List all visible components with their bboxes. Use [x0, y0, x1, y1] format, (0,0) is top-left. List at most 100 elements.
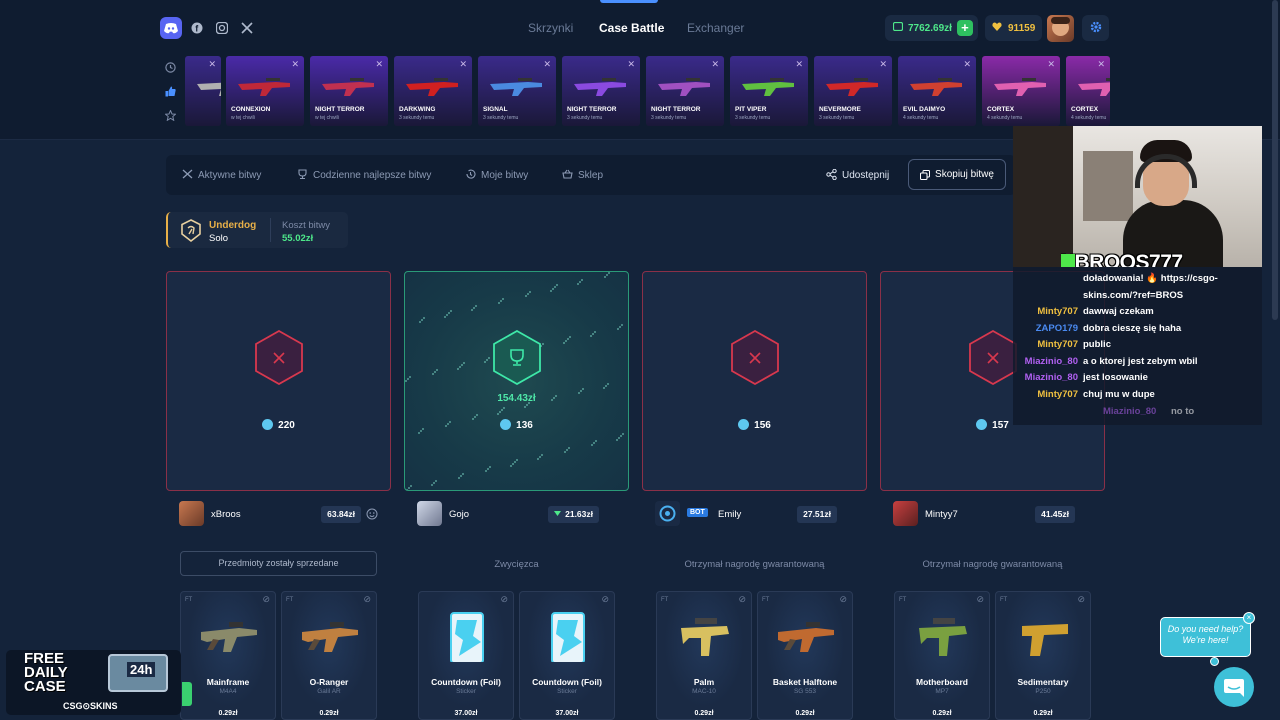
drop-card[interactable]: ✕ DARKWING 3 sekundy temu — [394, 56, 472, 126]
drop-card[interactable]: ✕ CORTEX 4 sekundy temu — [1066, 56, 1110, 126]
item-card[interactable]: FT ⊘ Sedimentary P250 0.29zł — [995, 591, 1091, 720]
item-card[interactable]: FT ⊘ O-Ranger Galil AR 0.29zł — [281, 591, 377, 720]
item-price: 0.29zł — [1033, 710, 1053, 717]
star-icon[interactable] — [164, 109, 177, 124]
drop-badge-icon: ✕ — [459, 59, 467, 69]
drop-card[interactable]: ✕ NEVERMORE 3 sekundy temu — [814, 56, 892, 126]
item-card[interactable]: ⊘ Countdown (Foil) Sticker 37.00zł — [519, 591, 615, 720]
chat-text: dobra cieszę się haha — [1083, 323, 1182, 334]
clock-icon[interactable] — [165, 62, 176, 76]
instagram-icon[interactable] — [211, 17, 233, 39]
copy-battle-button[interactable]: Skopiuj bitwę — [908, 159, 1006, 190]
player-value: 21.63zł — [548, 506, 599, 523]
player-name[interactable]: xBroos — [211, 509, 241, 520]
user-avatar[interactable] — [1047, 15, 1074, 42]
item-type: M4A4 — [219, 688, 237, 695]
item-card[interactable]: FT ⊘ Palm MAC-10 0.29zł — [656, 591, 752, 720]
emoji-react-icon[interactable] — [366, 507, 378, 525]
drop-card[interactable]: ✕ NIGHT TERROR w tej chwili — [310, 56, 388, 126]
wallet-icon — [892, 21, 904, 34]
player-avatar[interactable] — [417, 501, 442, 526]
item-type: MP7 — [935, 688, 949, 695]
player-avatar[interactable] — [179, 501, 204, 526]
item-quality: FT — [899, 597, 907, 603]
balance-value: 7762.69zł — [908, 22, 952, 34]
player-name[interactable]: Mintyy7 — [925, 509, 958, 520]
discord-icon[interactable] — [160, 17, 182, 39]
close-help-icon[interactable]: × — [1243, 612, 1255, 624]
skin-image — [656, 74, 712, 100]
item-name: Sedimentary — [1017, 677, 1069, 687]
tab-daily-best[interactable]: Codzienne najlepsze bitwy — [297, 169, 431, 181]
divider — [270, 218, 271, 242]
drop-card[interactable]: ✕ NIGHT TERROR 3 sekundy temu — [562, 56, 640, 126]
coin-count: 220 — [167, 419, 390, 431]
item-card[interactable]: FT ⊘ Mainframe M4A4 0.29zł — [180, 591, 276, 720]
drop-time: 4 sekundy temu — [903, 115, 939, 121]
tab-my-battles[interactable]: Moje bitwy — [465, 169, 528, 181]
settings-button[interactable] — [1082, 15, 1109, 41]
swords-icon — [182, 169, 193, 179]
drop-card[interactable]: ✕ CONNEXION w tej chwili — [226, 56, 304, 126]
tab-shop[interactable]: Sklep — [562, 169, 603, 181]
coin-value: 136 — [516, 420, 533, 431]
check-icon: ⊘ — [1077, 594, 1085, 604]
thumbs-up-icon[interactable] — [165, 86, 176, 100]
help-bubble-tail — [1210, 657, 1219, 666]
player-value-text: 41.45zł — [1041, 509, 1069, 519]
skin-image — [1076, 74, 1110, 100]
balance-pill[interactable]: 7762.69zł + — [885, 15, 978, 41]
share-button[interactable]: Udostępnij — [826, 168, 889, 181]
webcam-overlay: XBROOS777 — [1013, 126, 1262, 267]
item-card[interactable]: FT ⊘ Motherboard MP7 0.29zł — [894, 591, 990, 720]
item-name: Palm — [693, 677, 715, 687]
help-bubble[interactable]: Do you need help? We're here! × — [1160, 612, 1255, 657]
item-quality: FT — [762, 597, 770, 603]
drop-name: CORTEX — [1071, 106, 1099, 113]
check-icon: ⊘ — [839, 594, 847, 604]
drop-time: 4 sekundy temu — [987, 115, 1023, 121]
player-avatar[interactable] — [893, 501, 918, 526]
coins-value: 91159 — [1008, 22, 1036, 34]
check-icon: ⊘ — [601, 594, 609, 604]
skin-image — [404, 74, 460, 100]
player-status: Otrzymał nagrodę gwarantowaną — [684, 559, 825, 570]
item-card[interactable]: FT ⊘ Basket Halftone SG 553 0.29zł — [757, 591, 853, 720]
drop-card[interactable]: ✕ — [185, 56, 221, 126]
coin-count: 136 — [405, 419, 628, 431]
player-status: Zwycięzca — [494, 559, 539, 570]
live-chat-button[interactable] — [1214, 667, 1254, 707]
stream-logo — [1061, 254, 1075, 267]
item-card[interactable]: ⊘ Countdown (Foil) Sticker 37.00zł — [418, 591, 514, 720]
page-scrollbar[interactable] — [1272, 0, 1278, 320]
add-funds-button[interactable]: + — [956, 20, 973, 36]
drop-card[interactable]: ✕ PIT VIPER 3 sekundy temu — [730, 56, 808, 126]
drop-badge-icon: ✕ — [208, 59, 216, 69]
player-name[interactable]: Emily — [718, 509, 741, 520]
drop-card[interactable]: ✕ EVIL DAIMYO 4 sekundy temu — [898, 56, 976, 126]
free-daily-case-banner[interactable]: FREE DAILY CASE 24h CSG⊙SKINS — [6, 650, 192, 715]
nav-case-battle[interactable]: Case Battle — [599, 21, 664, 35]
coins-pill[interactable]: 91159 — [985, 15, 1042, 41]
case-box-image: 24h — [108, 654, 168, 692]
drop-card[interactable]: ✕ SIGNAL 3 sekundy temu — [478, 56, 556, 126]
drop-card[interactable]: ✕ NIGHT TERROR 3 sekundy temu — [646, 56, 724, 126]
nav-cases[interactable]: Skrzynki — [528, 21, 573, 35]
check-icon: ⊘ — [976, 594, 984, 604]
chat-text: skins.com/?ref=BROS — [1083, 290, 1184, 301]
x-twitter-icon[interactable] — [236, 17, 258, 39]
tab-active-battles[interactable]: Aktywne bitwy — [182, 169, 261, 181]
player-name[interactable]: Gojo — [449, 509, 469, 520]
drop-name: DARKWING — [399, 106, 436, 113]
skin-image — [908, 74, 964, 100]
drop-time: 4 sekundy temu — [1071, 115, 1107, 121]
player-value-text: 63.84zł — [327, 509, 355, 519]
promo-tab[interactable] — [182, 682, 192, 706]
drop-card[interactable]: ✕ CORTEX 4 sekundy temu — [982, 56, 1060, 126]
player-status: Otrzymał nagrodę gwarantowaną — [922, 559, 1063, 570]
facebook-icon[interactable]: f — [186, 17, 208, 39]
nav-exchanger[interactable]: Exchanger — [687, 21, 744, 35]
player-avatar[interactable] — [655, 501, 680, 526]
drop-name: CORTEX — [987, 106, 1015, 113]
top-header: f Skrzynki Case Battle Exchanger 7762.69… — [0, 0, 1280, 140]
